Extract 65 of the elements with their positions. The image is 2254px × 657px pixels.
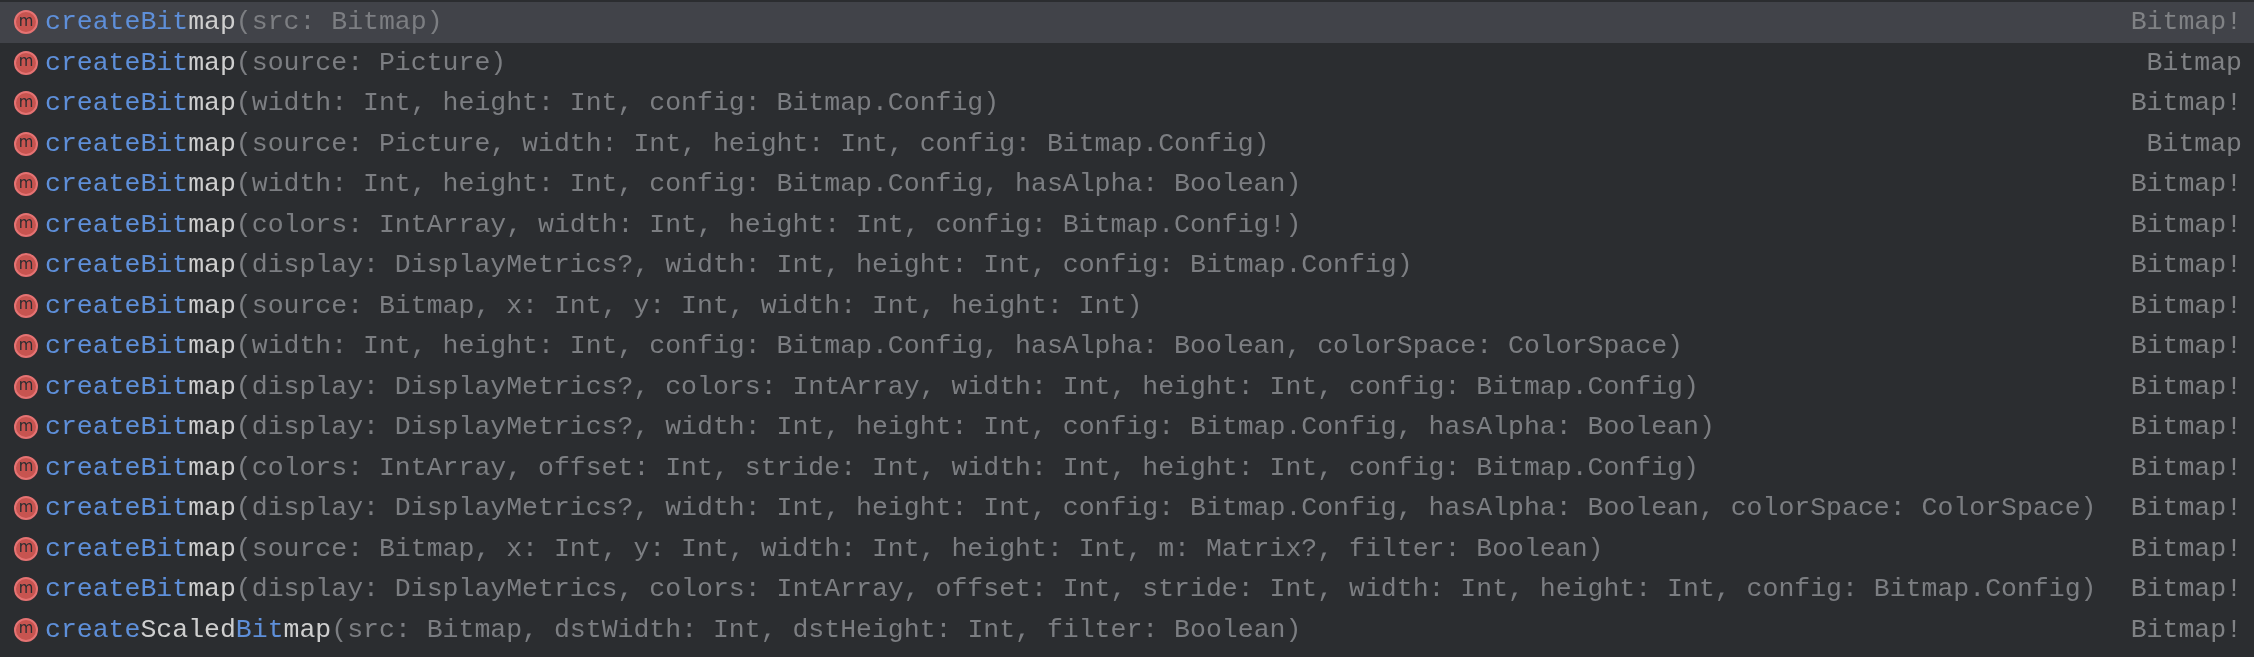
method-icon: m [14,415,38,440]
method-parameters: (colors: IntArray, offset: Int, stride: Int, width: Int, height: Int, config: Bitmap.Config) [235,454,1699,481]
return-type: Bitmap! [2129,252,2242,279]
method-name: createBitmap [45,49,236,76]
method-parameters: (display: DisplayMetrics, colors: IntArray, offset: Int, stride: Int, width: Int, height: Int, config: Bitmap.Config) [235,576,2097,603]
method-icon: m [14,10,38,35]
method-icon: m [14,172,38,197]
return-type: Bitmap! [2129,414,2242,441]
method-name: createBitmap [45,211,236,238]
method-name: createBitmap [45,130,236,157]
method-parameters: (source: Bitmap, x: Int, y: Int, width: Int, height: Int, m: Matrix?, filter: Boolean) [235,535,1604,562]
method-name: createBitmap [45,535,236,562]
method-parameters: (colors: IntArray, width: Int, height: Int, config: Bitmap.Config!) [235,211,1302,238]
return-type: Bitmap! [2129,211,2242,238]
method-parameters: (source: Bitmap, x: Int, y: Int, width: Int, height: Int) [235,292,1143,319]
return-type: Bitmap! [2129,333,2242,360]
method-icon: m [14,496,38,521]
method-parameters: (width: Int, height: Int, config: Bitmap.Config, hasAlpha: Boolean, colorSpace: ColorSpace) [235,333,1683,360]
method-name: createBitmap [45,333,236,360]
method-icon: m [14,253,38,278]
method-parameters: (src: Bitmap, dstWidth: Int, dstHeight: Int, filter: Boolean) [331,616,1302,643]
method-parameters: (source: Picture, width: Int, height: Int, config: Bitmap.Config) [235,130,1270,157]
method-icon: m [14,536,38,561]
method-parameters: (display: DisplayMetrics?, width: Int, height: Int, config: Bitmap.Config) [235,252,1413,279]
method-icon: m [14,131,38,156]
method-name: createBitmap [45,252,236,279]
method-name: createBitmap [45,171,236,198]
return-type: Bitmap! [2129,576,2242,603]
return-type: Bitmap! [2129,373,2242,400]
method-name: createBitmap [45,454,236,481]
completion-item[interactable]: m createBitmap(src: Bitmap) Bitmap! [0,2,2254,43]
method-parameters: (src: Bitmap) [235,9,443,36]
return-type: Bitmap! [2129,90,2242,117]
method-name: createBitmap [45,576,236,603]
method-parameters: (display: DisplayMetrics?, colors: IntArray, width: Int, height: Int, config: Bitmap.Config) [235,373,1699,400]
return-type: Bitmap [2145,130,2242,157]
method-parameters: (width: Int, height: Int, config: Bitmap.Config) [235,90,1000,117]
return-type: Bitmap [2145,49,2242,76]
method-icon: m [14,374,38,399]
return-type: Bitmap! [2129,454,2242,481]
return-type: Bitmap! [2129,171,2242,198]
method-icon: m [14,334,38,359]
method-icon: m [14,293,38,318]
return-type: Bitmap! [2129,9,2242,36]
method-name: createBitmap [45,292,236,319]
method-name: createBitmap [45,373,236,400]
return-type: Bitmap! [2129,616,2242,643]
method-icon: m [14,212,38,237]
method-name: createBitmap [45,90,236,117]
method-parameters: (display: DisplayMetrics?, width: Int, height: Int, config: Bitmap.Config, hasAlpha: Boolean) [235,414,1715,441]
method-name: createBitmap [45,495,236,522]
method-name: createBitmap [45,9,236,36]
method-name: createScaledBitmap [45,616,332,643]
return-type: Bitmap! [2129,535,2242,562]
method-icon: m [14,91,38,116]
method-icon: m [14,617,38,642]
method-icon: m [14,455,38,480]
method-parameters: (source: Picture) [235,49,507,76]
return-type: Bitmap! [2129,495,2242,522]
method-icon: m [14,50,38,75]
method-parameters: (width: Int, height: Int, config: Bitmap.Config, hasAlpha: Boolean) [235,171,1302,198]
method-icon: m [14,577,38,602]
method-parameters: (display: DisplayMetrics?, width: Int, height: Int, config: Bitmap.Config, hasAlpha: Boolean, colorSpace: ColorSpace) [235,495,2097,522]
return-type: Bitmap! [2129,292,2242,319]
method-name: createBitmap [45,414,236,441]
